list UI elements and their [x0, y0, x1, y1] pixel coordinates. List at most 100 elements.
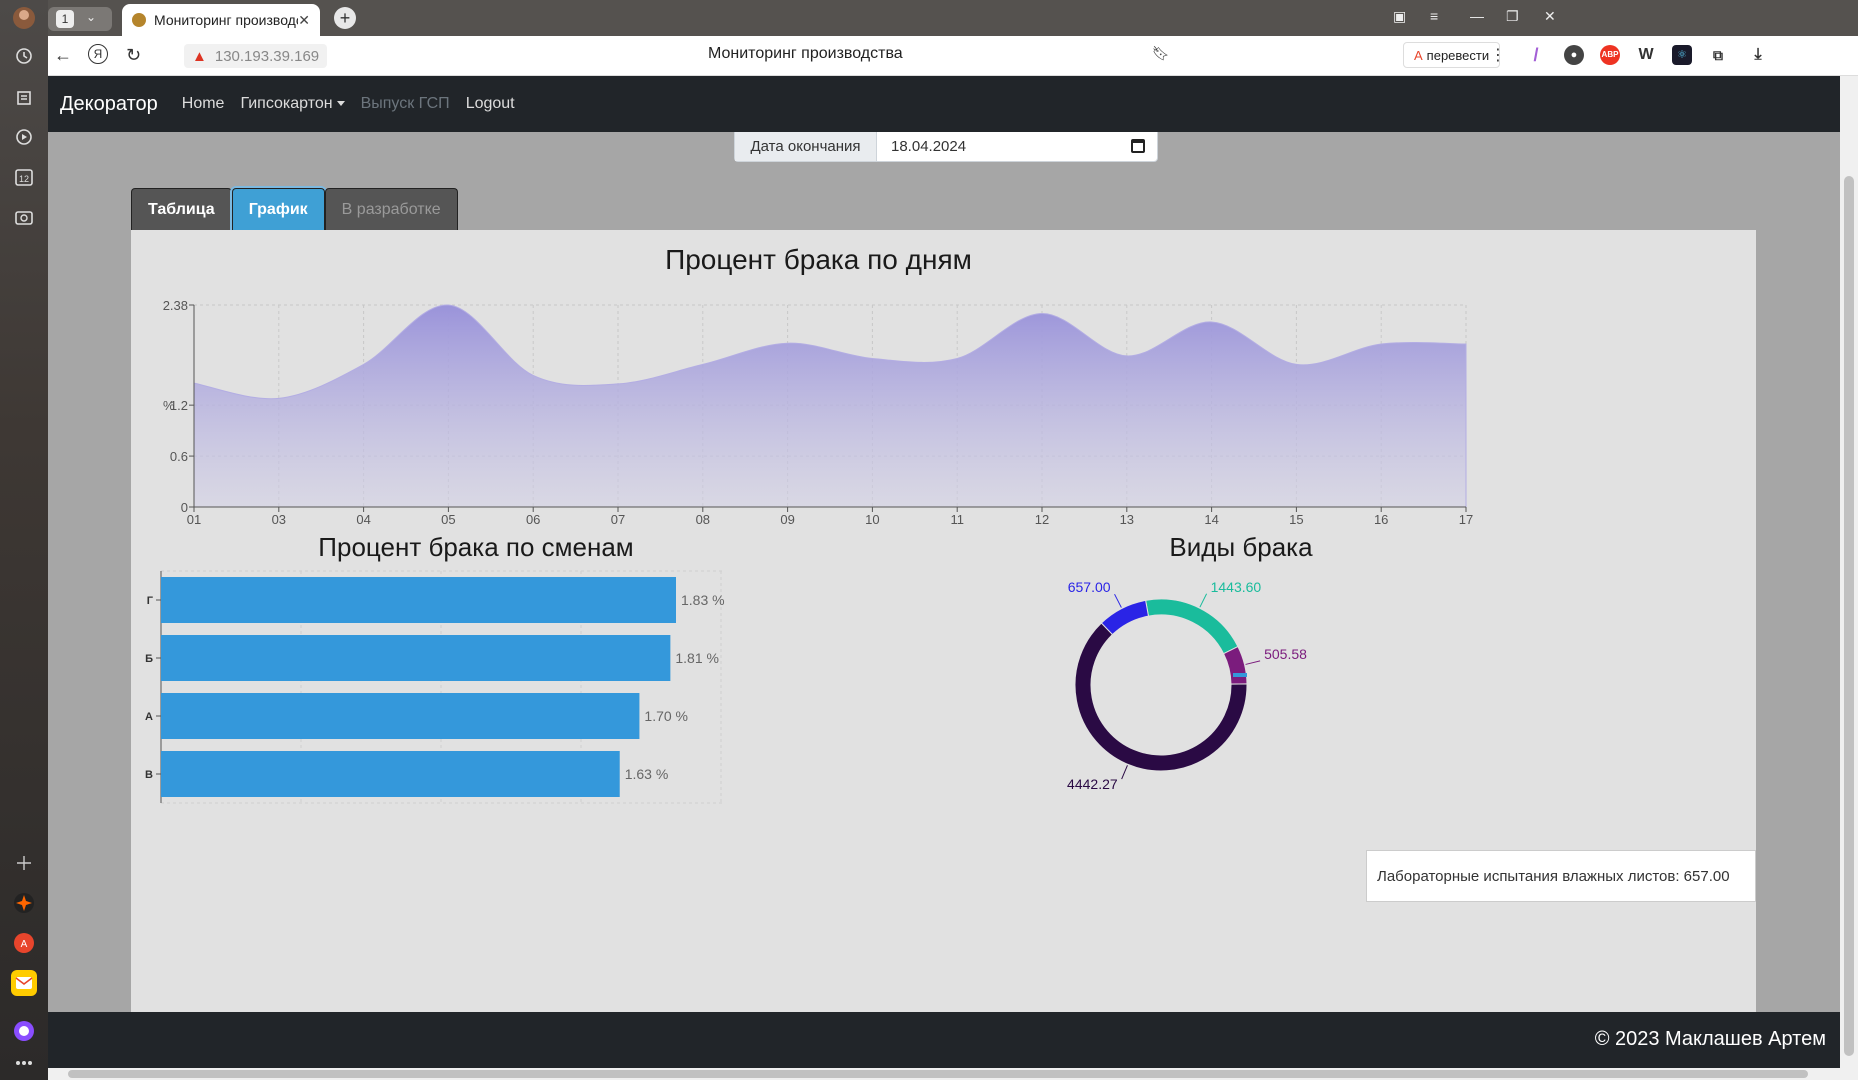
chart-tooltip: Лабораторные испытания влажных листов: 6… [1366, 850, 1756, 902]
daily-area-series [193, 304, 1467, 508]
minimize-icon[interactable]: — [1470, 8, 1484, 24]
shift-chart-title: Процент брака по сменам [318, 532, 634, 562]
daily-x-tick-label: 16 [1374, 512, 1388, 527]
browser-urlbar: ← Я ↻ ▲ 130.193.39.169 Мониторинг произв… [48, 36, 1858, 76]
tab-in-development[interactable]: В разработке [324, 188, 458, 230]
page-footer: © 2023 Маклашев Артем [48, 1012, 1858, 1068]
donut-value-label: 505.58 [1264, 646, 1307, 662]
shift-category-label: А [145, 711, 153, 723]
shift-value-label: 1.81 % [675, 650, 719, 666]
daily-x-tick-label: 06 [526, 512, 540, 527]
nav-release[interactable]: Выпуск ГСП [361, 95, 450, 113]
shift-bar [161, 751, 620, 797]
daily-x-tick-label: 09 [780, 512, 794, 527]
tab-table[interactable]: Таблица [131, 188, 232, 230]
svg-text:12: 12 [19, 174, 29, 184]
nav-home[interactable]: Home [182, 95, 225, 113]
daily-y-tick-label: 0 [181, 500, 188, 515]
translate-label: перевести [1426, 47, 1490, 63]
extensions-icon[interactable]: ⧉ [1708, 45, 1728, 65]
daily-x-tick-label: 07 [611, 512, 625, 527]
more-icon[interactable] [11, 1050, 37, 1076]
view-tabs: Таблица График В разработке [131, 188, 458, 230]
shift-bar [161, 577, 676, 623]
caret-down-icon [336, 101, 345, 107]
brand-logo[interactable]: Декоратор [60, 93, 158, 116]
end-date-label: Дата окончания [735, 132, 877, 161]
back-icon[interactable]: ← [54, 45, 72, 66]
history-icon[interactable] [11, 43, 37, 69]
add-icon[interactable] [11, 850, 37, 876]
defect-types-donut: 1443.60 505.58 4442.27 657.00 [1067, 579, 1307, 792]
nav-drywall-dropdown[interactable]: Гипсокартон [240, 95, 345, 113]
tab-active[interactable]: Мониторинг производства ✕ [122, 4, 320, 36]
new-tab-button[interactable]: + [334, 7, 356, 29]
donut-value-label: 657.00 [1068, 579, 1111, 595]
tab-counter[interactable]: 1 ⌄ [48, 7, 112, 31]
reload-icon[interactable]: ↻ [126, 45, 141, 66]
nav-logout[interactable]: Logout [466, 95, 515, 113]
browser-tabbar: 1 ⌄ Мониторинг производства ✕ + ▣ ≡ — ❐ … [48, 0, 1858, 36]
donut-leader [1199, 593, 1208, 608]
end-date-group: Дата окончания 18.04.2024 [734, 132, 1158, 162]
donut-hover-marker [1233, 673, 1247, 677]
calendar-picker-icon[interactable] [1131, 139, 1145, 153]
bookmarks-window-icon[interactable]: ▣ [1393, 8, 1406, 25]
adblock-icon[interactable]: ABP [1600, 45, 1620, 65]
vertical-scrollbar[interactable] [1840, 76, 1858, 1068]
close-window-icon[interactable]: ✕ [1544, 8, 1556, 25]
footer-copyright: © 2023 Маклашев Артем [1594, 1028, 1826, 1050]
donut-slice [1100, 599, 1150, 636]
shift-value-label: 1.63 % [625, 766, 669, 782]
screenshot-icon[interactable] [11, 204, 37, 230]
daily-x-tick-label: 12 [1035, 512, 1049, 527]
pen-extension-icon[interactable]: / [1526, 45, 1546, 65]
vertical-scroll-thumb[interactable] [1844, 176, 1854, 1056]
end-date-value: 18.04.2024 [891, 138, 967, 155]
tab-chart[interactable]: График [231, 188, 325, 230]
daily-x-tick-label: 08 [696, 512, 710, 527]
browser-sidebar: 12 A [0, 0, 48, 1080]
urlbar-page-title: Мониторинг производства [708, 45, 903, 62]
horizontal-scroll-thumb[interactable] [68, 1070, 1808, 1078]
daily-x-tick-label: 11 [950, 512, 964, 527]
profile-avatar[interactable] [11, 5, 37, 31]
chevron-down-icon[interactable]: ⌄ [86, 10, 96, 24]
bookmark-icon[interactable]: 🔖︎ [1152, 45, 1170, 62]
download-icon[interactable]: ⤓ [1748, 45, 1768, 65]
svg-text:A: A [21, 939, 28, 950]
menu-icon[interactable]: ≡ [1430, 8, 1438, 24]
close-tab-icon[interactable]: ✕ [298, 12, 310, 29]
daily-x-tick-label: 17 [1459, 512, 1473, 527]
address-field[interactable]: ▲ 130.193.39.169 [184, 44, 328, 68]
end-date-input[interactable]: 18.04.2024 [877, 132, 1157, 161]
daily-y-tick-label: 2.38 [163, 298, 188, 313]
react-devtools-icon[interactable]: ⚛ [1672, 45, 1692, 65]
collections-icon[interactable] [11, 84, 37, 110]
yandex-icon[interactable]: Я [88, 44, 108, 64]
app-translate-icon[interactable]: A [11, 930, 37, 956]
address-text: 130.193.39.169 [214, 47, 320, 65]
daily-y-axis-label: % [163, 398, 175, 413]
shift-value-label: 1.70 % [644, 708, 688, 724]
shift-category-label: Б [145, 653, 153, 665]
shift-category-label: Г [147, 595, 154, 607]
daily-x-tick-label: 14 [1204, 512, 1218, 527]
donut-leader [1121, 765, 1128, 780]
shift-defect-chart: Г 1.83 % Б 1.81 % А 1.70 % В 1.63 % [145, 570, 725, 804]
play-icon[interactable] [11, 124, 37, 150]
kebab-icon[interactable]: ⋮ [1490, 45, 1506, 65]
donut-value-label: 1443.60 [1211, 579, 1262, 595]
wikipedia-icon[interactable]: W [1636, 45, 1656, 65]
bulb-extension-icon[interactable]: ● [1564, 45, 1584, 65]
shift-category-label: В [145, 769, 153, 781]
translate-icon: A [1414, 47, 1423, 63]
restore-icon[interactable]: ❐ [1506, 8, 1519, 25]
donut-leader [1245, 660, 1261, 665]
app-mail-icon[interactable] [11, 970, 37, 996]
horizontal-scrollbar[interactable] [48, 1068, 1858, 1080]
app-alice-icon[interactable] [11, 1018, 37, 1044]
app-kinopoisk-icon[interactable] [11, 890, 37, 916]
translate-button[interactable]: A перевести [1403, 42, 1501, 68]
calendar-icon[interactable]: 12 [11, 164, 37, 190]
